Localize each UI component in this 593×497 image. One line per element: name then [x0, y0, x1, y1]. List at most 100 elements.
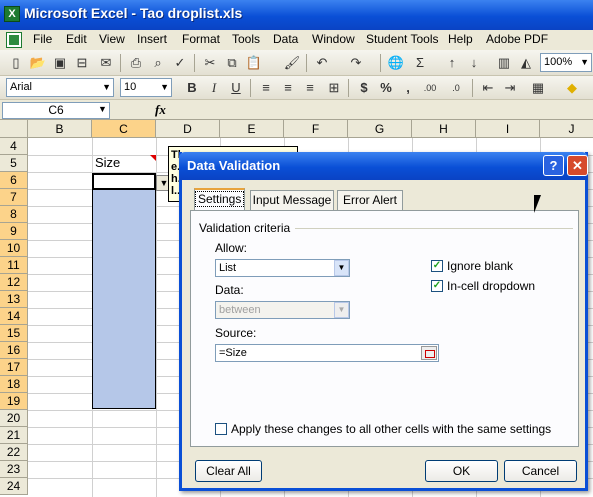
- row-header[interactable]: 21: [0, 427, 28, 444]
- menu-format[interactable]: Format: [182, 32, 220, 46]
- undo-icon[interactable]: ↶: [312, 53, 332, 73]
- hyperlink-icon[interactable]: 🌐: [386, 53, 406, 73]
- menu-student-tools[interactable]: Student Tools: [366, 32, 439, 46]
- clear-all-button[interactable]: Clear All: [195, 460, 262, 482]
- name-box[interactable]: C6: [2, 102, 110, 119]
- new-icon[interactable]: ▯: [6, 53, 26, 73]
- email-icon[interactable]: ✉: [96, 53, 116, 73]
- cancel-button[interactable]: Cancel: [504, 460, 577, 482]
- ok-button[interactable]: OK: [425, 460, 498, 482]
- menu-tools[interactable]: Tools: [232, 32, 260, 46]
- paste-icon[interactable]: 📋: [244, 53, 264, 73]
- row-header[interactable]: 5: [0, 155, 28, 172]
- source-input[interactable]: =Size: [215, 344, 439, 362]
- decrease-indent-icon[interactable]: ⇤: [478, 78, 498, 98]
- col-header-c[interactable]: C: [92, 120, 156, 138]
- tab-input-message[interactable]: Input Message: [250, 190, 334, 210]
- col-header-g[interactable]: G: [348, 120, 412, 138]
- col-header-e[interactable]: E: [220, 120, 284, 138]
- row-header[interactable]: 12: [0, 274, 28, 291]
- menu-adobe-pdf[interactable]: Adobe PDF: [486, 32, 548, 46]
- row-header[interactable]: 7: [0, 189, 28, 206]
- col-header-j[interactable]: J: [540, 120, 593, 138]
- merge-center-icon[interactable]: ⊞: [324, 78, 344, 98]
- menu-data[interactable]: Data: [273, 32, 298, 46]
- fill-color-icon[interactable]: ◆: [562, 78, 582, 98]
- menu-view[interactable]: View: [99, 32, 125, 46]
- row-header[interactable]: 10: [0, 240, 28, 257]
- menu-help[interactable]: Help: [448, 32, 473, 46]
- selected-range[interactable]: [92, 177, 156, 409]
- sort-descending-icon[interactable]: ↓: [464, 53, 484, 73]
- redo-icon[interactable]: ↷: [346, 53, 366, 73]
- col-header-b[interactable]: B: [28, 120, 92, 138]
- in-cell-dropdown-checkbox[interactable]: ✓: [431, 280, 443, 292]
- row-header[interactable]: 18: [0, 376, 28, 393]
- allow-select[interactable]: List ▼: [215, 259, 350, 277]
- menu-window[interactable]: Window: [312, 32, 355, 46]
- tab-settings[interactable]: Settings: [194, 188, 245, 211]
- save-icon[interactable]: ▣: [50, 53, 70, 73]
- sort-ascending-icon[interactable]: ↑: [442, 53, 462, 73]
- spelling-icon[interactable]: ✓: [170, 53, 190, 73]
- row-header[interactable]: 17: [0, 359, 28, 376]
- function-icon[interactable]: fx: [155, 102, 166, 118]
- row-header[interactable]: 24: [0, 478, 28, 495]
- percent-icon[interactable]: %: [376, 78, 396, 98]
- select-all-corner[interactable]: [0, 120, 28, 138]
- col-header-h[interactable]: H: [412, 120, 476, 138]
- row-header[interactable]: 23: [0, 461, 28, 478]
- italic-icon[interactable]: I: [204, 78, 224, 98]
- print-icon[interactable]: ⎙: [126, 53, 146, 73]
- increase-indent-icon[interactable]: ⇥: [500, 78, 520, 98]
- menu-insert[interactable]: Insert: [137, 32, 167, 46]
- font-size-combo[interactable]: 10 ▼: [120, 78, 172, 97]
- drawing-icon[interactable]: ◭: [516, 53, 536, 73]
- row-header[interactable]: 8: [0, 206, 28, 223]
- zoom-combo[interactable]: 100% ▼: [540, 53, 592, 72]
- close-button[interactable]: ✕: [567, 155, 588, 176]
- row-header[interactable]: 13: [0, 291, 28, 308]
- menu-file[interactable]: File: [33, 32, 52, 46]
- row-header[interactable]: 14: [0, 308, 28, 325]
- copy-icon[interactable]: ⧉: [222, 53, 242, 73]
- col-header-d[interactable]: D: [156, 120, 220, 138]
- comma-style-icon[interactable]: ,: [398, 78, 418, 98]
- row-header[interactable]: 11: [0, 257, 28, 274]
- chart-wizard-icon[interactable]: ▥: [494, 53, 514, 73]
- font-name-combo[interactable]: Arial ▼: [6, 78, 114, 97]
- active-cell-c6[interactable]: [92, 173, 156, 190]
- menu-edit[interactable]: Edit: [66, 32, 87, 46]
- borders-icon[interactable]: ▦: [528, 78, 548, 98]
- ignore-blank-checkbox[interactable]: ✓: [431, 260, 443, 272]
- col-header-i[interactable]: I: [476, 120, 540, 138]
- cut-icon[interactable]: ✂: [200, 53, 220, 73]
- row-header[interactable]: 15: [0, 325, 28, 342]
- underline-icon[interactable]: U: [226, 78, 246, 98]
- row-header[interactable]: 6: [0, 172, 28, 189]
- print-preview-icon[interactable]: ⌕: [148, 53, 168, 73]
- align-left-icon[interactable]: ≡: [256, 78, 276, 98]
- align-right-icon[interactable]: ≡: [300, 78, 320, 98]
- row-header[interactable]: 16: [0, 342, 28, 359]
- help-button[interactable]: ?: [543, 155, 564, 176]
- cell-c5[interactable]: Size: [95, 155, 120, 170]
- tab-error-alert[interactable]: Error Alert: [337, 190, 403, 210]
- workbook-icon[interactable]: [6, 32, 22, 48]
- row-header[interactable]: 19: [0, 393, 28, 410]
- currency-icon[interactable]: $: [354, 78, 374, 98]
- apply-all-checkbox[interactable]: [215, 423, 227, 435]
- increase-decimal-icon[interactable]: .00: [420, 78, 440, 98]
- decrease-decimal-icon[interactable]: .0: [446, 78, 466, 98]
- format-painter-icon[interactable]: 🖌: [282, 53, 302, 73]
- col-header-f[interactable]: F: [284, 120, 348, 138]
- row-header[interactable]: 9: [0, 223, 28, 240]
- permission-icon[interactable]: ⊟: [72, 53, 92, 73]
- row-header[interactable]: 20: [0, 410, 28, 427]
- name-box-dropdown-icon[interactable]: ▼: [98, 104, 107, 114]
- autosum-icon[interactable]: Σ: [410, 53, 430, 73]
- bold-icon[interactable]: B: [182, 78, 202, 98]
- dialog-title-bar[interactable]: Data Validation ? ✕: [179, 152, 588, 180]
- collapse-dialog-icon[interactable]: [421, 346, 437, 360]
- row-header[interactable]: 22: [0, 444, 28, 461]
